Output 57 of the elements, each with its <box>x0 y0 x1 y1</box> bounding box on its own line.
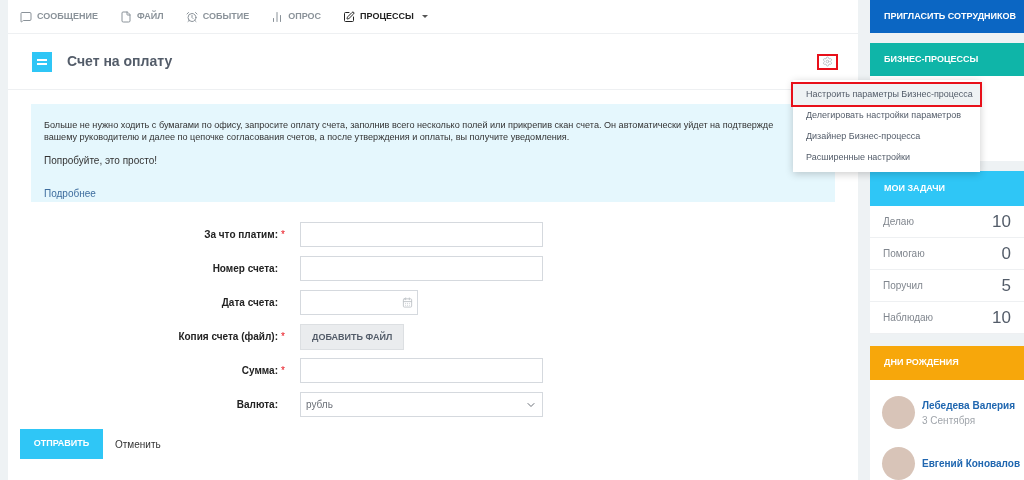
invite-button[interactable]: ПРИГЛАСИТЬ СОТРУДНИКОВ <box>870 0 1024 34</box>
info-text: вашему руководителю и далее по цепочке согласования счетов, а после утверждения и оплаты, вы получите уведомления. <box>44 131 570 143</box>
cancel-button[interactable]: Отменить <box>115 436 161 452</box>
toolbar-tab[interactable]: ПРОЦЕССЫ <box>343 9 428 24</box>
pencil-square-icon <box>343 10 356 23</box>
toolbar-tab[interactable]: СОБЫТИЕ <box>185 9 250 24</box>
menu-item[interactable]: Настроить параметры Бизнес-процесса <box>793 84 980 105</box>
calendar-icon <box>402 297 413 308</box>
field-label: Валюта: <box>236 398 278 412</box>
task-count: 10 <box>992 306 1011 329</box>
field-label: Сумма: <box>241 364 278 378</box>
date-field[interactable] <box>300 290 418 315</box>
task-label: Помогаю <box>883 247 925 261</box>
birthday-date: 3 Сентября <box>922 413 977 428</box>
field-label: Номер счета: <box>212 262 278 276</box>
form-icon <box>32 51 52 72</box>
task-label: Делаю <box>883 215 914 229</box>
caret-icon <box>421 15 428 18</box>
field-label: За что платим: <box>204 228 278 242</box>
required-mark: * <box>281 228 286 242</box>
task-count: 0 <box>1001 242 1011 265</box>
task-count: 5 <box>1001 274 1011 297</box>
alarm-clock-icon <box>185 10 198 23</box>
panel-header: БИЗНЕС-ПРОЦЕССЫ <box>870 43 1024 77</box>
avatar <box>882 447 915 480</box>
task-label: Наблюдаю <box>883 311 934 325</box>
add-file-button[interactable]: ДОБАВИТЬ ФАЙЛ <box>300 324 405 351</box>
menu-item[interactable]: Делегировать настройки параметров <box>793 105 980 126</box>
input-field[interactable] <box>300 256 543 281</box>
bar-chart-icon <box>271 10 284 23</box>
page-title: Счет на оплату <box>67 52 173 71</box>
currency-select[interactable]: рубль <box>300 392 543 417</box>
info-text: Больше не нужно ходить с бумагами по офису, запросите оплату счета, заполнив всего несколько полей или прикрепив скан счета. Он автоматически уйдет на подтвержде <box>44 119 774 131</box>
person-link[interactable]: Лебедева Валерия <box>922 397 1016 413</box>
more-link[interactable]: Подробнее <box>44 186 96 201</box>
settings-icon <box>822 56 833 67</box>
task-count: 10 <box>992 210 1011 233</box>
person-link[interactable]: Евгений Коновалов <box>922 456 1021 471</box>
info-tip: Попробуйте, это просто! <box>44 154 157 168</box>
toolbar-tab[interactable]: ОПРОС <box>271 9 322 24</box>
speech-bubble-icon <box>20 10 32 23</box>
toolbar-tab[interactable]: ФАЙЛ <box>119 9 164 24</box>
field-label: Копия счета (файл): <box>178 330 278 344</box>
settings-button[interactable] <box>817 53 838 70</box>
avatar <box>882 396 915 429</box>
menu-item[interactable]: Расширенные настройки <box>793 147 980 168</box>
input-field[interactable] <box>300 222 543 247</box>
input-field[interactable] <box>300 358 543 383</box>
field-label: Дата счета: <box>221 296 278 310</box>
toolbar-tab[interactable]: СООБЩЕНИЕ <box>20 9 98 24</box>
task-label: Поручил <box>883 279 923 293</box>
document-icon <box>119 10 132 23</box>
panel-header: ДНИ РОЖДЕНИЯ <box>870 346 1024 380</box>
panel-header: МОИ ЗАДАЧИ <box>870 171 1024 206</box>
required-mark: * <box>281 364 286 378</box>
menu-item[interactable]: Дизайнер Бизнес-процесса <box>793 126 980 147</box>
required-mark: * <box>281 330 286 344</box>
